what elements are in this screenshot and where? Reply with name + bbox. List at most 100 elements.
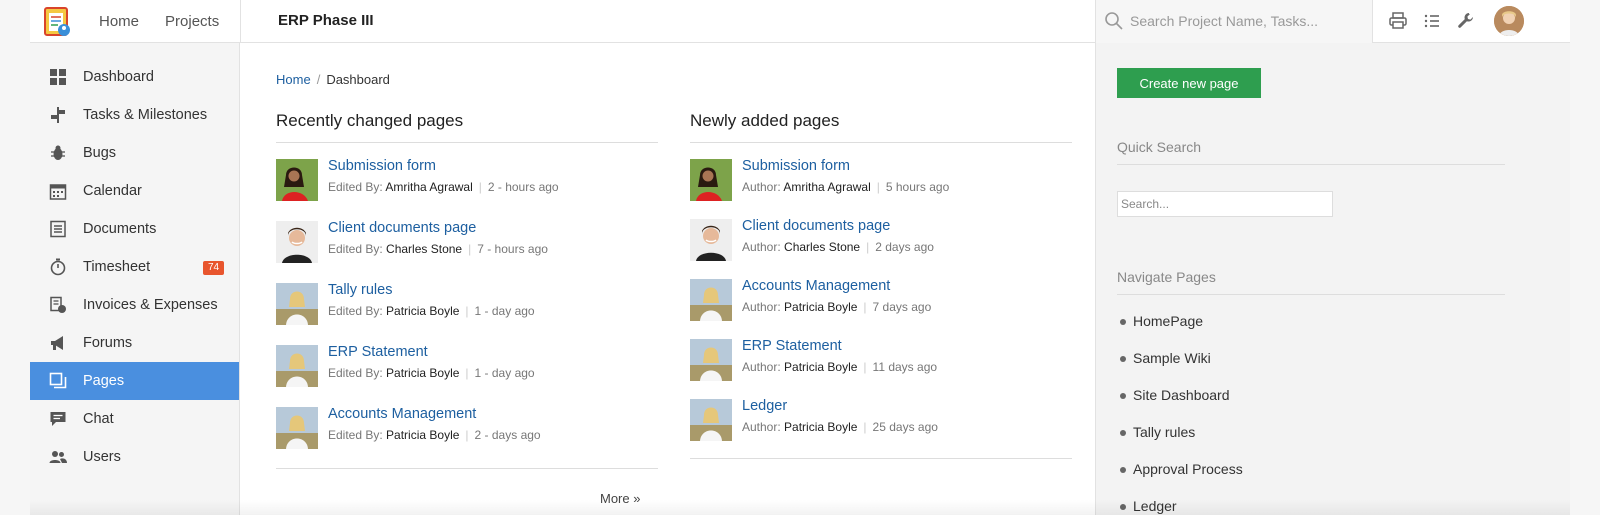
sidebar-item-calendar[interactable]: Calendar xyxy=(30,172,239,210)
toolbar-icons xyxy=(1388,11,1476,31)
sidebar-item-label: Pages xyxy=(83,373,125,389)
nav-page-link[interactable]: HomePage xyxy=(1120,313,1243,350)
stopwatch-icon xyxy=(49,258,67,276)
sidebar-item-label: Bugs xyxy=(83,145,117,161)
page-meta: Edited By: Patricia Boyle | 1 - day ago xyxy=(328,366,535,380)
timestamp: 2 - hours ago xyxy=(487,180,559,194)
sidebar-item-invoices[interactable]: Invoices & Expenses xyxy=(30,286,239,324)
page-link[interactable]: Accounts Management xyxy=(742,278,890,294)
chat-icon xyxy=(49,410,67,428)
page-meta: Edited By: Charles Stone | 7 - hours ago xyxy=(328,242,548,256)
sidebar-item-label: Timesheet xyxy=(83,259,151,275)
section-heading: Newly added pages xyxy=(690,111,1072,143)
sidebar-item-pages[interactable]: Pages xyxy=(30,362,239,400)
app-window: Home Projects ERP Phase III Search Proje… xyxy=(30,0,1570,515)
wrench-icon[interactable] xyxy=(1456,11,1476,31)
timestamp: 11 days ago xyxy=(872,360,938,374)
recently-changed-section: Recently changed pages Submission form E… xyxy=(276,111,658,468)
editor-name: Charles Stone xyxy=(386,242,463,256)
list-item: Client documents page Edited By: Charles… xyxy=(276,220,658,282)
author-name: Patricia Boyle xyxy=(784,360,858,374)
timesheet-count-badge: 74 xyxy=(203,261,225,275)
page-meta: Edited By: Patricia Boyle | 2 - days ago xyxy=(328,428,541,442)
global-search-input[interactable] xyxy=(1130,9,1362,33)
sidebar-item-forums[interactable]: Forums xyxy=(30,324,239,362)
avatar xyxy=(276,345,318,387)
editor-name: Amritha Agrawal xyxy=(385,180,473,194)
sidebar: Dashboard Tasks & Milestones Bugs Calend… xyxy=(30,43,240,515)
user-avatar[interactable] xyxy=(1494,6,1524,36)
timestamp: 2 days ago xyxy=(875,240,934,254)
more-link[interactable]: More » xyxy=(600,491,640,506)
avatar xyxy=(690,219,732,261)
divider xyxy=(690,458,1072,459)
sidebar-item-chat[interactable]: Chat xyxy=(30,400,239,438)
page-link[interactable]: Client documents page xyxy=(742,218,890,234)
breadcrumb-current: Dashboard xyxy=(326,72,390,87)
page-link[interactable]: Client documents page xyxy=(328,220,476,236)
sidebar-item-label: Invoices & Expenses xyxy=(83,297,218,313)
nav-projects-link[interactable]: Projects xyxy=(165,13,219,30)
page-link[interactable]: Submission form xyxy=(742,158,850,174)
navigate-pages-heading: Navigate Pages xyxy=(1117,269,1505,295)
avatar xyxy=(690,399,732,441)
divider xyxy=(276,468,658,469)
users-icon xyxy=(49,448,67,466)
top-nav: Home Projects xyxy=(99,0,219,43)
list-item: ERP Statement Edited By: Patricia Boyle |… xyxy=(276,344,658,406)
page-link[interactable]: ERP Statement xyxy=(328,344,428,360)
sidebar-item-label: Tasks & Milestones xyxy=(83,107,208,123)
page-link[interactable]: Accounts Management xyxy=(328,406,476,422)
sidebar-item-dashboard[interactable]: Dashboard xyxy=(30,58,239,96)
avatar xyxy=(690,339,732,381)
list-item: Client documents page Author: Charles St… xyxy=(690,218,1072,278)
timestamp: 2 - days ago xyxy=(474,428,541,442)
quick-search-heading: Quick Search xyxy=(1117,139,1505,165)
sidebar-item-documents[interactable]: Documents xyxy=(30,210,239,248)
list-item: Accounts Management Edited By: Patricia … xyxy=(276,406,658,468)
list-icon[interactable] xyxy=(1422,11,1442,31)
navigate-pages-list: HomePage Sample Wiki Site Dashboard Tall… xyxy=(1120,313,1243,515)
avatar xyxy=(690,159,732,201)
pages-icon xyxy=(49,372,67,390)
nav-page-link[interactable]: Ledger xyxy=(1120,498,1243,515)
list-item: Ledger Author: Patricia Boyle | 25 days ag… xyxy=(690,398,1072,458)
nav-page-link[interactable]: Site Dashboard xyxy=(1120,387,1243,424)
project-title: ERP Phase III xyxy=(278,12,374,29)
page-meta: Edited By: Amritha Agrawal | 2 - hours ago xyxy=(328,180,559,194)
sidebar-item-users[interactable]: Users xyxy=(30,438,239,476)
list-item: Tally rules Edited By: Patricia Boyle | 1 … xyxy=(276,282,658,344)
list-item: Submission form Author: Amritha Agrawal |… xyxy=(690,158,1072,218)
app-logo-icon[interactable] xyxy=(40,5,74,39)
nav-home-link[interactable]: Home xyxy=(99,13,139,30)
avatar xyxy=(690,279,732,321)
page-link[interactable]: Ledger xyxy=(742,398,787,414)
page-meta: Author: Patricia Boyle | 7 days ago xyxy=(742,300,932,314)
breadcrumb-separator: / xyxy=(316,72,321,87)
timestamp: 7 - hours ago xyxy=(477,242,548,256)
quick-search-input[interactable] xyxy=(1117,191,1333,217)
nav-page-link[interactable]: Sample Wiki xyxy=(1120,350,1243,387)
breadcrumb-home-link[interactable]: Home xyxy=(276,72,311,87)
nav-page-link[interactable]: Approval Process xyxy=(1120,461,1243,498)
nav-page-link[interactable]: Tally rules xyxy=(1120,424,1243,461)
invoice-icon xyxy=(49,296,67,314)
page-meta: Author: Amritha Agrawal | 5 hours ago xyxy=(742,180,950,194)
list-item: Submission form Edited By: Amritha Agraw… xyxy=(276,158,658,220)
page-link[interactable]: Tally rules xyxy=(328,282,392,298)
sidebar-item-bugs[interactable]: Bugs xyxy=(30,134,239,172)
sidebar-item-label: Calendar xyxy=(83,183,142,199)
timestamp: 1 - day ago xyxy=(474,366,535,380)
editor-name: Patricia Boyle xyxy=(386,366,460,380)
editor-name: Patricia Boyle xyxy=(386,428,460,442)
sidebar-item-tasks[interactable]: Tasks & Milestones xyxy=(30,96,239,134)
sidebar-item-timesheet[interactable]: Timesheet 74 xyxy=(30,248,239,286)
create-page-button[interactable]: Create new page xyxy=(1117,68,1261,98)
page-link[interactable]: Submission form xyxy=(328,158,436,174)
megaphone-icon xyxy=(49,334,67,352)
print-icon[interactable] xyxy=(1388,11,1408,31)
page-link[interactable]: ERP Statement xyxy=(742,338,842,354)
calendar-icon xyxy=(49,182,67,200)
avatar xyxy=(276,283,318,325)
timestamp: 25 days ago xyxy=(872,420,938,434)
